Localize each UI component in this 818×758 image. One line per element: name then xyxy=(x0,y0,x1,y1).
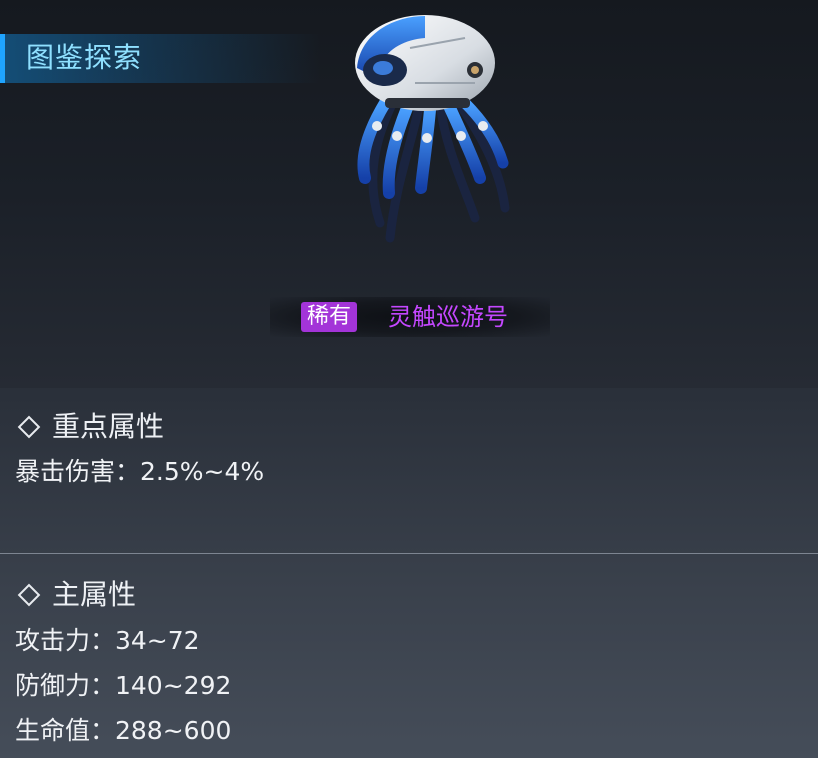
header-accent-bar xyxy=(0,34,5,83)
header-tab: 图鉴探索 xyxy=(0,34,320,83)
stat-crit-damage: 暴击伤害：2.5%~4% xyxy=(15,457,265,486)
stat-defense: 防御力：140~292 xyxy=(15,671,232,700)
main-attributes-title: 主属性 xyxy=(52,578,137,611)
rarity-badge: 稀有 xyxy=(301,302,358,332)
diamond-icon xyxy=(17,583,41,607)
stat-attack: 攻击力：34~72 xyxy=(15,626,200,655)
stat-hp: 生命值：288~600 xyxy=(15,716,232,745)
key-attributes-title: 重点属性 xyxy=(52,410,165,443)
main-attributes-header: 主属性 xyxy=(17,578,137,612)
mech-jellyfish-icon xyxy=(355,15,510,243)
unit-name: 灵触巡游号 xyxy=(388,303,508,331)
key-attributes-header: 重点属性 xyxy=(17,410,165,444)
main-attributes-section: 主属性 攻击力：34~72 防御力：140~292 生命值：288~600 xyxy=(0,554,818,758)
diamond-icon xyxy=(17,415,41,439)
page-title: 图鉴探索 xyxy=(26,41,143,74)
key-attributes-section: 重点属性 暴击伤害：2.5%~4% xyxy=(0,388,818,553)
